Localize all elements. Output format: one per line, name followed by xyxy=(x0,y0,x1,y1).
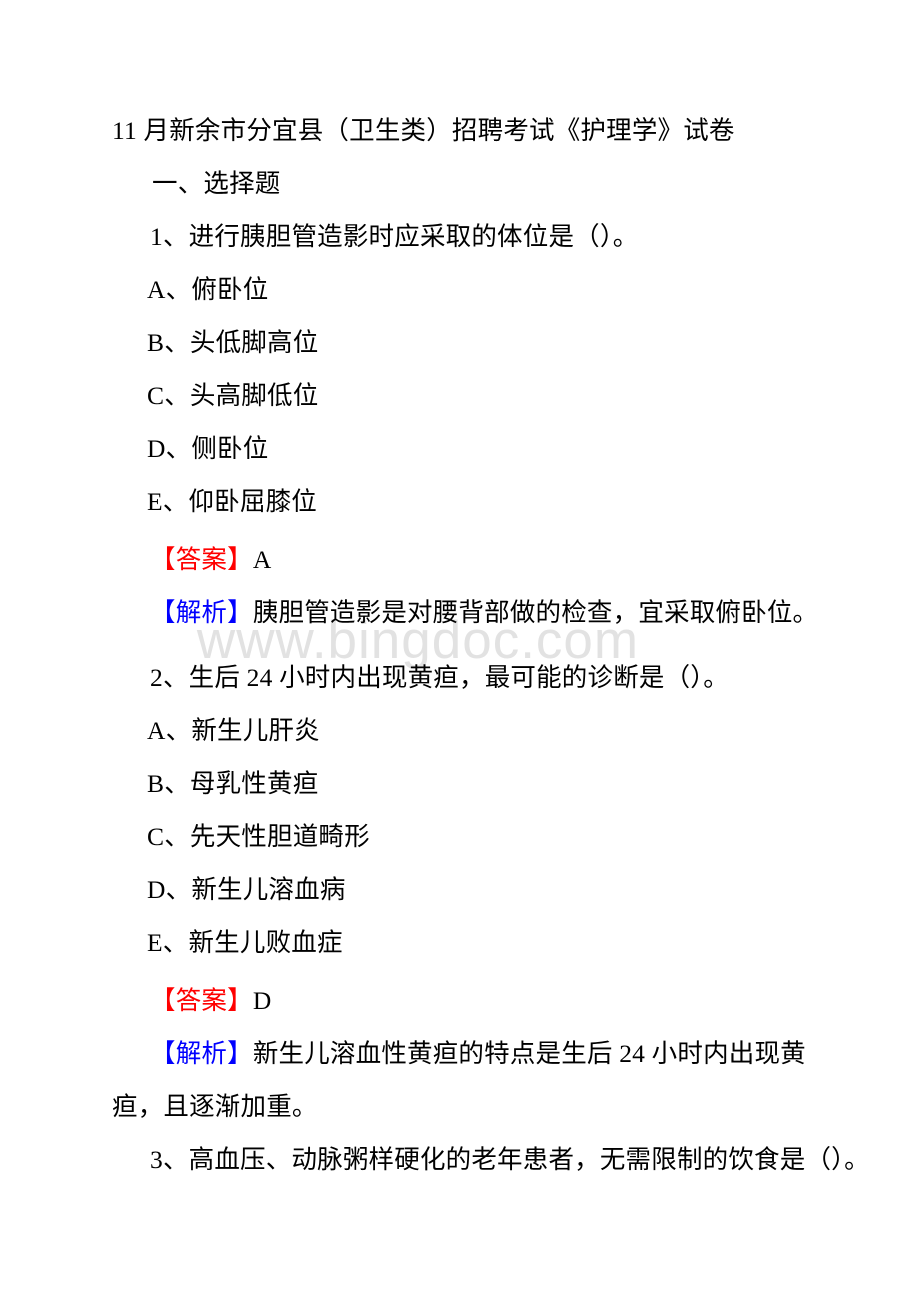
question-option[interactable]: B、头低脚高位 xyxy=(147,316,318,369)
answer-label: 【答案】 xyxy=(150,986,253,1015)
section-heading: 一、选择题 xyxy=(152,169,281,198)
answer-value: D xyxy=(252,986,272,1015)
document-page: www.bingdoc.com 11 月新余市分宜县（卫生类）招聘考试《护理学》… xyxy=(0,0,920,1302)
question-option[interactable]: D、新生儿溶血病 xyxy=(147,863,346,916)
question-text: 高血压、动脉粥样硬化的老年患者，无需限制的饮食是（）。 xyxy=(188,1145,870,1174)
explanation-line: 【解析】胰胆管造影是对腰背部做的检查，宜采取俯卧位。 xyxy=(150,586,818,639)
answer-label: 【答案】 xyxy=(150,545,253,574)
question-option[interactable]: C、先天性胆道畸形 xyxy=(147,810,370,863)
question-option[interactable]: E、新生儿败血症 xyxy=(147,916,343,969)
question-stem: 1、进行胰胆管造影时应采取的体位是（）。 xyxy=(150,210,639,263)
question-text: 生后 24 小时内出现黄疸，最可能的诊断是（）。 xyxy=(188,663,729,692)
question-option[interactable]: A、俯卧位 xyxy=(147,263,268,316)
question-text: 进行胰胆管造影时应采取的体位是（）。 xyxy=(188,222,639,251)
explanation-line: 【解析】新生儿溶血性黄疸的特点是生后 24 小时内出现黄疸，且逐渐加重。 xyxy=(112,1027,812,1133)
question-option[interactable]: E、仰卧屈膝位 xyxy=(147,475,317,528)
question-option[interactable]: A、新生儿肝炎 xyxy=(147,704,320,757)
question-number: 2、 xyxy=(150,663,189,692)
page-title: 11 月新余市分宜县（卫生类）招聘考试《护理学》试卷 xyxy=(112,116,735,145)
answer-line: 【答案】A xyxy=(150,533,271,586)
question-option[interactable]: C、头高脚低位 xyxy=(147,369,318,422)
question-stem: 2、生后 24 小时内出现黄疸，最可能的诊断是（）。 xyxy=(150,651,729,704)
answer-line: 【答案】D xyxy=(150,974,271,1027)
question-number: 3、 xyxy=(150,1145,189,1174)
explanation-text: 胰胆管造影是对腰背部做的检查，宜采取俯卧位。 xyxy=(252,598,819,627)
question-stem: 3、高血压、动脉粥样硬化的老年患者，无需限制的饮食是（）。 xyxy=(150,1133,870,1186)
question-option[interactable]: D、侧卧位 xyxy=(147,422,268,475)
question-number: 1、 xyxy=(150,222,189,251)
answer-value: A xyxy=(252,545,272,574)
explanation-label: 【解析】 xyxy=(150,1039,253,1068)
question-option[interactable]: B、母乳性黄疸 xyxy=(147,757,318,810)
explanation-label: 【解析】 xyxy=(150,598,253,627)
